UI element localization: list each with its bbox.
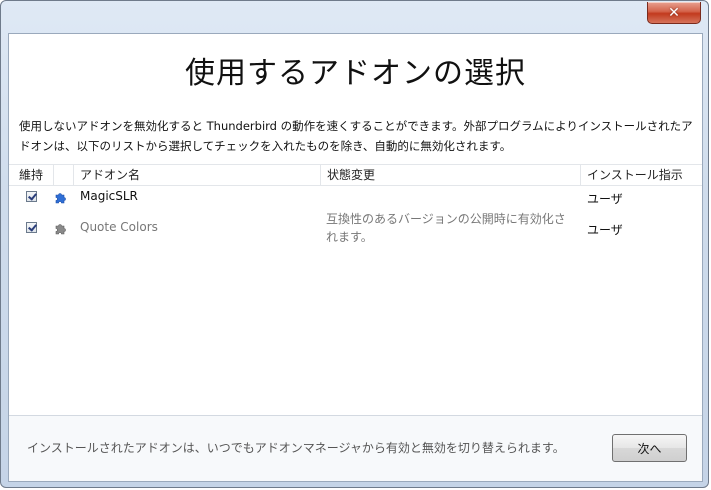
column-header-state[interactable]: 状態変更 <box>320 165 580 185</box>
dialog-window: ✕ 使用するアドオンの選択 使用しないアドオンを無効化すると Thunderbi… <box>0 0 709 488</box>
puzzle-icon <box>55 193 66 204</box>
footer-hint-text: インストールされたアドオンは、いつでもアドオンマネージャから有効と無効を切り替え… <box>27 441 565 455</box>
addon-name: Quote Colors <box>80 220 158 234</box>
dialog-content: 使用するアドオンの選択 使用しないアドオンを無効化すると Thunderbird… <box>8 33 703 482</box>
addon-source: ユーザ <box>587 223 623 237</box>
table-header: 維持 アドオン名 状態変更 インストール指示 <box>9 164 702 186</box>
puzzle-icon <box>55 224 66 235</box>
description-text: 使用しないアドオンを無効化すると Thunderbird の動作を速くすることが… <box>19 119 693 153</box>
next-button[interactable]: 次へ <box>612 434 687 462</box>
column-header-keep[interactable]: 維持 <box>9 165 53 185</box>
addon-source: ユーザ <box>587 192 623 206</box>
column-header-icon <box>53 165 73 185</box>
title-bar: ✕ <box>1 1 708 33</box>
addon-name: MagicSLR <box>80 189 138 203</box>
addon-table: 維持 アドオン名 状態変更 インストール指示 MagicSLR ユーザ Quot… <box>9 164 702 248</box>
table-row[interactable]: Quote Colors 互換性のあるバージョンの公開時に有効化されます。 ユー… <box>9 208 702 248</box>
keep-checkbox[interactable] <box>26 191 37 202</box>
page-title: 使用するアドオンの選択 <box>185 56 526 91</box>
close-button[interactable]: ✕ <box>647 2 701 24</box>
column-header-name[interactable]: アドオン名 <box>73 165 320 185</box>
column-header-source[interactable]: インストール指示 <box>580 165 704 185</box>
footer-bar: インストールされたアドオンは、いつでもアドオンマネージャから有効と無効を切り替え… <box>9 415 702 481</box>
table-row[interactable]: MagicSLR ユーザ <box>9 186 702 208</box>
addon-state: 互換性のあるバージョンの公開時に有効化されます。 <box>326 212 566 244</box>
keep-checkbox[interactable] <box>26 222 37 233</box>
close-icon: ✕ <box>668 4 680 21</box>
